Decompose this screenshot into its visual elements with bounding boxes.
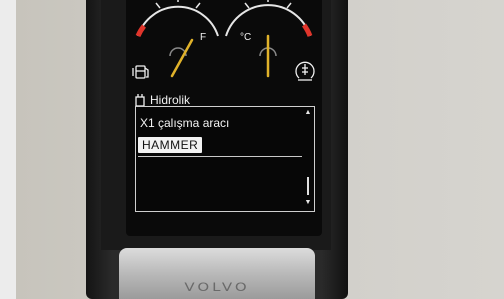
brand-logo: VOLVO — [184, 280, 250, 294]
tool-selection-label: X1 çalışma aracı — [140, 116, 230, 130]
temp-gauge-arc — [225, 4, 311, 37]
fuel-gauge-needle — [170, 38, 194, 78]
fuel-gauge-label: F — [200, 32, 206, 43]
scrollbar-thumb[interactable] — [307, 177, 309, 195]
temp-tick — [244, 2, 250, 9]
gauge-cluster: F °C — [132, 0, 315, 81]
temp-tick — [286, 2, 292, 9]
fuel-pump-icon — [132, 65, 149, 79]
attachment-settings-panel: X1 çalışma aracı HAMMER ▲ ▼ — [135, 106, 315, 212]
hydraulic-attachment-icon — [135, 94, 145, 107]
left-edge-strip — [0, 0, 16, 299]
panel-divider — [138, 156, 302, 157]
fuel-tick — [155, 2, 161, 9]
fuel-gauge-low-zone — [135, 24, 146, 38]
hydraulics-title: Hidrolik — [150, 93, 191, 107]
fuel-tick — [195, 2, 201, 9]
lcd-screen: F °C Hidrolik X1 çalışma aracı HAMMER ▲ … — [126, 0, 322, 236]
temp-gauge-label: °C — [240, 32, 251, 43]
temp-gauge-high-zone — [301, 23, 313, 37]
selected-tool-value[interactable]: HAMMER — [138, 137, 203, 153]
coolant-temperature-icon — [295, 61, 315, 81]
scroll-down-arrow-icon[interactable]: ▼ — [304, 199, 312, 207]
panel-scrollbar[interactable]: ▲ ▼ — [304, 109, 312, 207]
keypad-housing: VOLVO — [119, 248, 315, 299]
scroll-up-arrow-icon[interactable]: ▲ — [304, 109, 312, 117]
